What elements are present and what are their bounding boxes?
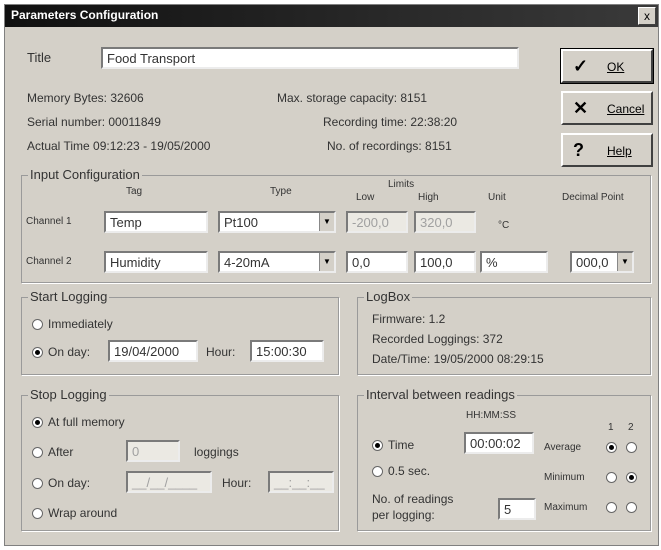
checkmark-icon: ✓ (573, 56, 589, 76)
stop-logging-group: Stop Logging At full memory After 0 logg… (21, 387, 339, 531)
immediately-label: Immediately (48, 317, 113, 331)
loggings-label: loggings (194, 445, 239, 459)
header-unit: Unit (488, 192, 506, 203)
question-icon: ? (573, 140, 584, 160)
start-on-day-radio[interactable] (32, 347, 43, 358)
input-configuration-title: Input Configuration (28, 167, 142, 182)
logbox-group: LogBox Firmware: 1.2 Recorded Loggings: … (357, 289, 651, 375)
minimum-ch2-radio[interactable] (626, 472, 637, 483)
half-second-radio[interactable] (372, 466, 383, 477)
after-radio[interactable] (32, 447, 43, 458)
average-label: Average (544, 442, 582, 453)
memory-bytes: Memory Bytes: 32606 (27, 91, 144, 105)
time-format-label: HH:MM:SS (466, 410, 516, 421)
column-1-label: 1 (608, 422, 614, 433)
channel-2-label: Channel 2 (26, 256, 72, 267)
average-ch2-radio[interactable] (626, 442, 637, 453)
recording-time: Recording time: 22:38:20 (323, 115, 458, 129)
actual-time: Actual Time 09:12:23 - 19/05/2000 (27, 139, 211, 153)
parameters-dialog: Parameters Configuration x Title Food Tr… (4, 4, 659, 546)
wrap-around-radio[interactable] (32, 508, 43, 519)
dropdown-arrow-icon[interactable]: ▼ (319, 253, 334, 271)
header-type: Type (270, 186, 292, 197)
channel-2-type-select[interactable]: 4-20mA ▼ (218, 251, 336, 273)
title-bar[interactable]: Parameters Configuration x (5, 5, 658, 27)
number-of-recordings: No. of recordings: 8151 (327, 139, 452, 153)
interval-title: Interval between readings (364, 387, 517, 402)
header-low: Low (356, 192, 375, 203)
maximum-label: Maximum (544, 502, 588, 513)
max-storage: Max. storage capacity: 8151 (277, 91, 428, 105)
header-decimal-point: Decimal Point (562, 192, 624, 203)
readings-per-logging-label-line-1: No. of readings (372, 492, 454, 506)
channel-2-unit-input[interactable]: % (480, 251, 548, 273)
stop-on-day-label: On day: (48, 476, 91, 490)
time-label: Time (388, 438, 415, 452)
start-on-day-label: On day: (48, 345, 91, 359)
dropdown-arrow-icon[interactable]: ▼ (617, 253, 632, 271)
firmware: Firmware: 1.2 (372, 312, 446, 326)
title-label: Title (27, 50, 52, 65)
channel-1-tag-input[interactable]: Temp (104, 211, 208, 233)
start-logging-group: Start Logging Immediately On day: 19/04/… (21, 289, 339, 375)
interval-group: Interval between readings HH:MM:SS 1 2 T… (357, 387, 651, 531)
channel-1-unit: °C (498, 220, 510, 231)
channel-1-label: Channel 1 (26, 216, 72, 227)
recorded-loggings: Recorded Loggings: 372 (372, 332, 503, 346)
channel-1-type-select[interactable]: Pt100 ▼ (218, 211, 336, 233)
start-hour-input[interactable]: 15:00:30 (250, 340, 324, 362)
minimum-label: Minimum (544, 472, 585, 483)
maximum-ch2-radio[interactable] (626, 502, 637, 513)
channel-2-low-input[interactable]: 0,0 (346, 251, 408, 273)
logbox-title: LogBox (364, 289, 413, 304)
interval-time-input[interactable]: 00:00:02 (464, 432, 534, 454)
half-second-label: 0.5 sec. (388, 464, 431, 478)
stop-hour-input: __:__:__ (268, 471, 334, 493)
at-full-memory-label: At full memory (48, 415, 125, 429)
immediately-radio[interactable] (32, 319, 43, 330)
start-hour-label: Hour: (206, 345, 236, 359)
input-configuration-group: Input Configuration Tag Type Limits Low … (21, 167, 651, 283)
stop-hour-label: Hour: (222, 476, 252, 490)
after-label: After (48, 445, 74, 459)
logbox-datetime: Date/Time: 19/05/2000 08:29:15 (372, 352, 544, 366)
wrap-around-label: Wrap around (48, 506, 118, 520)
window-title: Parameters Configuration (11, 8, 159, 22)
stop-logging-title: Stop Logging (28, 387, 109, 402)
after-loggings-input: 0 (126, 440, 180, 462)
ok-button[interactable]: ✓ OK (560, 48, 654, 84)
cancel-x-icon: ✕ (573, 98, 589, 118)
header-high: High (418, 192, 439, 203)
channel-1-low-input: -200,0 (346, 211, 408, 233)
dropdown-arrow-icon[interactable]: ▼ (319, 213, 334, 231)
header-limits: Limits (388, 179, 415, 190)
channel-2-tag-input[interactable]: Humidity (104, 251, 208, 273)
close-icon[interactable]: x (638, 7, 656, 25)
maximum-ch1-radio[interactable] (606, 502, 617, 513)
column-2-label: 2 (628, 422, 634, 433)
stop-date-input: __/__/____ (126, 471, 212, 493)
readings-per-logging-label-line-2: per logging: (372, 508, 435, 522)
decimal-point-select[interactable]: 000,0 ▼ (570, 251, 634, 273)
help-button[interactable]: ? Help (561, 133, 653, 167)
at-full-memory-radio[interactable] (32, 417, 43, 428)
average-ch1-radio[interactable] (606, 442, 617, 453)
header-tag: Tag (126, 186, 143, 197)
start-date-input[interactable]: 19/04/2000 (108, 340, 198, 362)
channel-1-high-input: 320,0 (414, 211, 476, 233)
serial-number: Serial number: 00011849 (27, 115, 161, 129)
time-radio[interactable] (372, 440, 383, 451)
readings-per-logging-input[interactable]: 5 (498, 498, 536, 520)
title-input[interactable]: Food Transport (101, 47, 519, 69)
channel-2-high-input[interactable]: 100,0 (414, 251, 476, 273)
minimum-ch1-radio[interactable] (606, 472, 617, 483)
cancel-button[interactable]: ✕ Cancel (561, 91, 653, 125)
start-logging-title: Start Logging (28, 289, 110, 304)
stop-on-day-radio[interactable] (32, 478, 43, 489)
